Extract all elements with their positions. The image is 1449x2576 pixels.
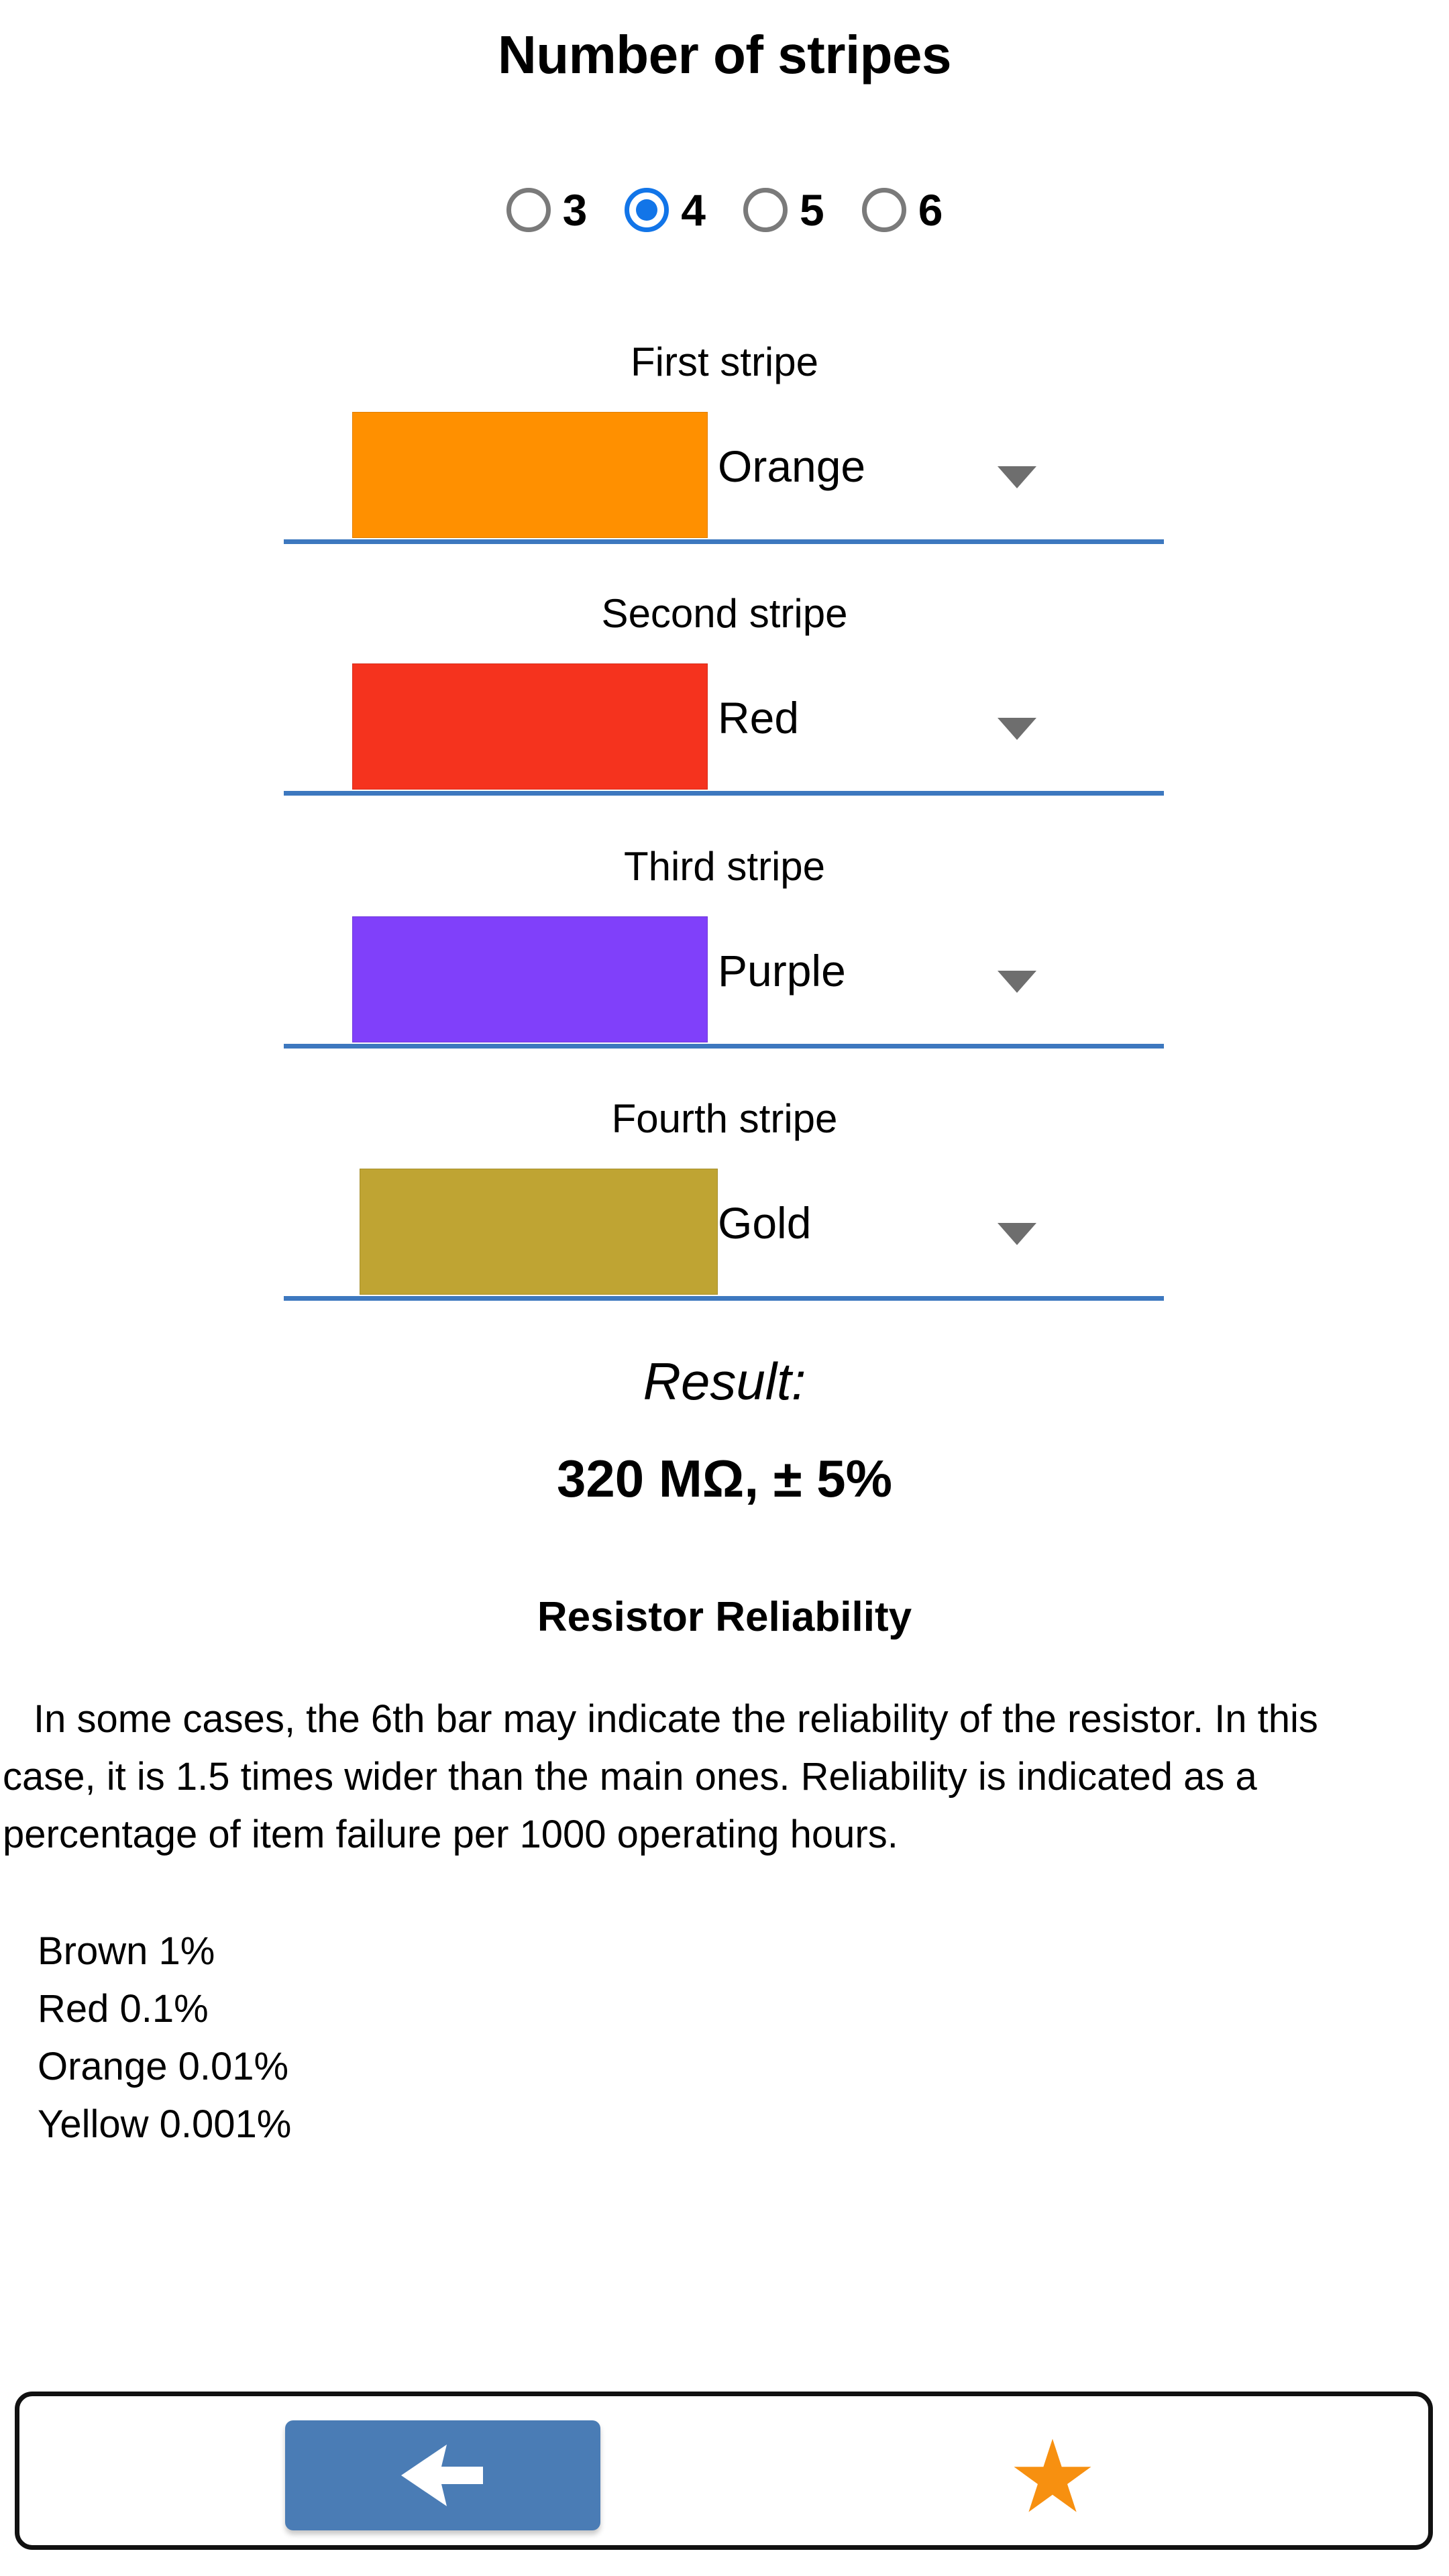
field-underline-1	[284, 539, 1164, 544]
radio-circle-6[interactable]	[861, 188, 906, 232]
field-underline-3	[284, 1044, 1164, 1049]
stripe-select-3[interactable]: Purple	[0, 907, 1449, 1049]
stripe-group-1: First stripe Orange	[0, 339, 1449, 544]
radio-option-6[interactable]: 6	[861, 185, 943, 235]
arrow-left-icon	[401, 2445, 483, 2506]
color-value-4: Gold	[718, 1198, 812, 1248]
stripe-group-4: Fourth stripe Gold	[0, 1096, 1449, 1301]
star-icon: ★	[1007, 2420, 1098, 2533]
radio-circle-5[interactable]	[743, 188, 788, 232]
color-swatch-2	[352, 663, 708, 790]
reliability-list: Brown 1% Red 0.1% Orange 0.01% Yellow 0.…	[38, 1923, 843, 2153]
chevron-down-icon[interactable]	[998, 1223, 1036, 1245]
stripe-caption-4: Fourth stripe	[611, 1096, 838, 1141]
radio-label-5: 5	[800, 185, 824, 235]
color-swatch-4	[360, 1169, 718, 1295]
radio-option-4[interactable]: 4	[625, 188, 706, 232]
color-swatch-3	[352, 916, 708, 1042]
color-value-1: Orange	[718, 441, 866, 491]
stripe-caption-2: Second stripe	[601, 591, 848, 636]
color-swatch-1	[352, 412, 708, 538]
color-value-2: Red	[718, 693, 800, 743]
result-label: Result:	[643, 1352, 806, 1411]
field-underline-2	[284, 791, 1164, 796]
stripe-select-4[interactable]: Gold	[0, 1159, 1449, 1301]
list-item: Orange 0.01%	[38, 2045, 289, 2088]
stripe-select-1[interactable]: Orange	[0, 402, 1449, 544]
bottom-toolbar: ★	[15, 2392, 1433, 2550]
chevron-down-icon[interactable]	[998, 718, 1036, 740]
radio-label-4: 4	[681, 185, 706, 235]
favorite-button[interactable]: ★	[952, 2424, 1153, 2529]
radio-circle-4[interactable]	[625, 188, 669, 232]
stripe-select-2[interactable]: Red	[0, 654, 1449, 796]
stripe-caption-3: Third stripe	[623, 844, 826, 889]
reliability-paragraph: In some cases, the 6th bar may indicate …	[3, 1697, 1318, 1856]
list-item: Brown 1%	[38, 1929, 215, 1973]
list-item: Yellow 0.001%	[38, 2102, 292, 2146]
back-button[interactable]	[285, 2420, 600, 2530]
page-title: Number of stripes	[497, 25, 952, 85]
stripe-group-2: Second stripe Red	[0, 591, 1449, 796]
radio-label-6: 6	[918, 185, 943, 235]
chevron-down-icon[interactable]	[998, 466, 1036, 488]
stripe-count-radio-group: 3 4 5 6	[0, 188, 1449, 232]
radio-option-3[interactable]: 3	[506, 185, 588, 235]
field-underline-4	[284, 1296, 1164, 1301]
reliability-heading: Resistor Reliability	[537, 1594, 912, 1640]
radio-label-3: 3	[562, 185, 588, 235]
stripe-group-3: Third stripe Purple	[0, 844, 1449, 1049]
color-value-3: Purple	[718, 946, 846, 996]
result-value: 320 MΩ, ± 5%	[557, 1449, 892, 1508]
chevron-down-icon[interactable]	[998, 971, 1036, 993]
radio-option-5[interactable]: 5	[743, 188, 824, 232]
app-root: Number of stripes 3 4 5 6 First stripe O…	[0, 0, 1449, 2576]
radio-circle-3[interactable]	[506, 188, 551, 232]
stripe-caption-1: First stripe	[630, 339, 819, 384]
list-item: Red 0.1%	[38, 1987, 209, 2031]
